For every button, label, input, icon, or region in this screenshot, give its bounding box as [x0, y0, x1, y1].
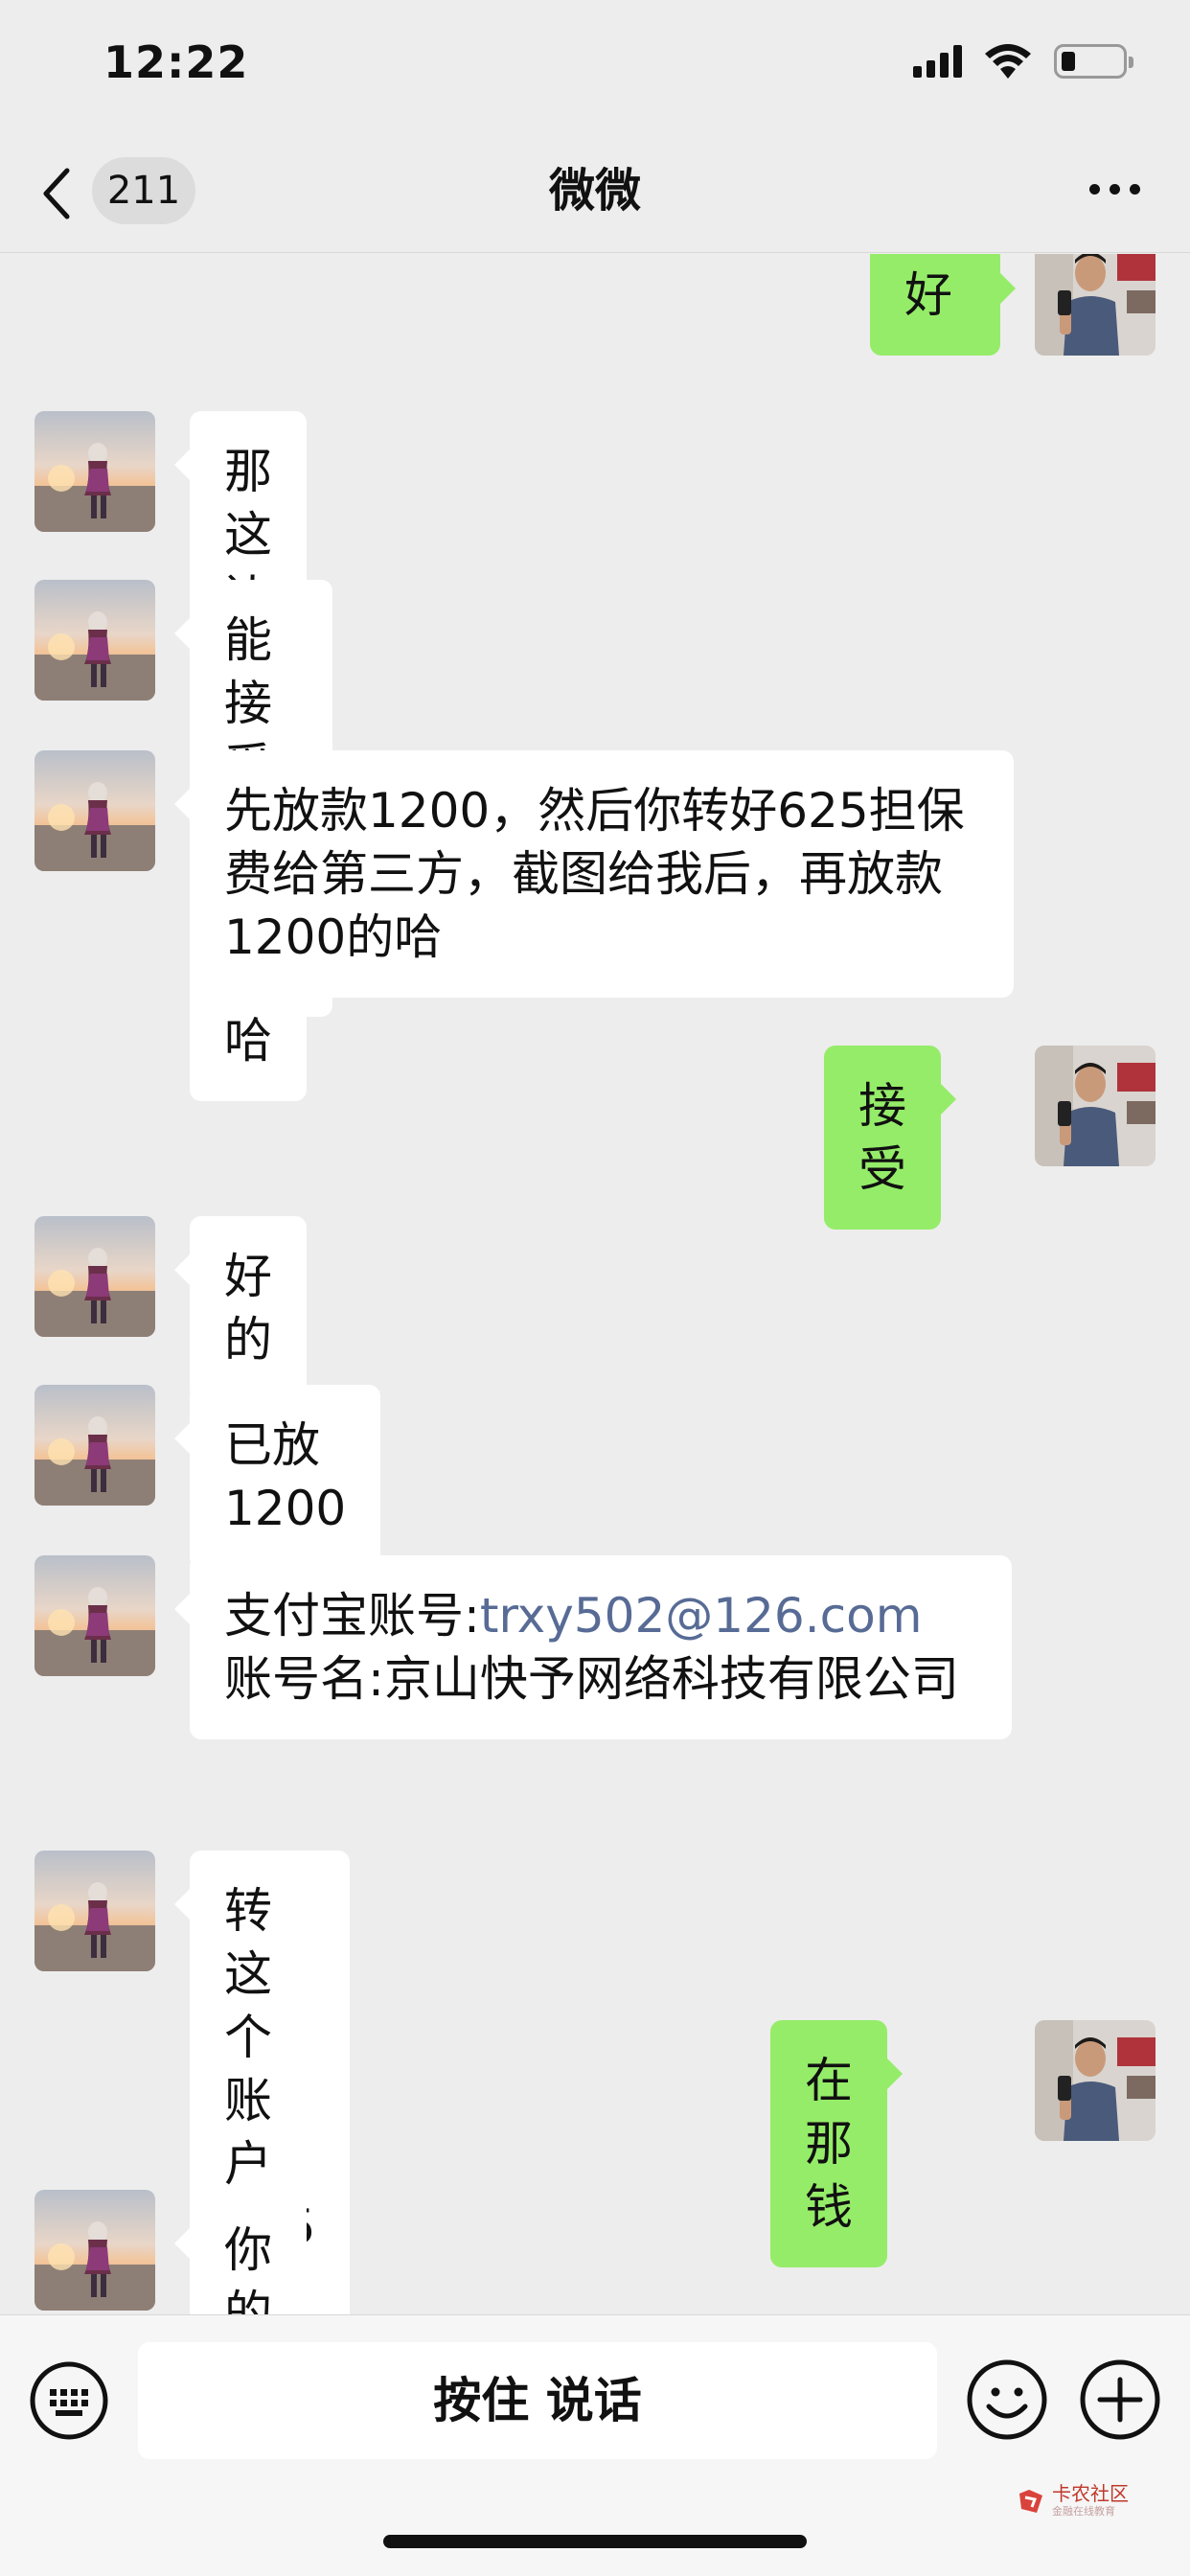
plus-icon[interactable] [1079, 2358, 1161, 2441]
own-avatar[interactable] [1035, 2020, 1156, 2141]
watermark-logo-icon [1019, 2490, 1042, 2513]
status-bar: 12:22 [0, 0, 1190, 134]
email-link[interactable]: trxy502@126.com [480, 1588, 923, 1644]
hold-to-talk-button[interactable]: 按住 说话 [138, 2342, 937, 2459]
watermark-subtext: 金融在线教育 [1052, 2505, 1115, 2518]
message-bubble[interactable]: 已放1200 [173, 1385, 381, 1569]
chat-title: 微微 [548, 164, 641, 218]
own-avatar[interactable] [1035, 254, 1156, 356]
own-avatar[interactable] [1035, 1046, 1156, 1166]
message-bubble[interactable]: 接受 [824, 1046, 956, 1230]
contact-avatar[interactable] [34, 580, 155, 701]
chat-message-list[interactable]: 好 那这边就给您放款了哈 能接受的是吧? 先放款1200，然后你转好625担保费… [0, 254, 1190, 2314]
contact-avatar[interactable] [34, 750, 155, 871]
message-bubble[interactable]: 好 [870, 254, 1016, 356]
message-bubble[interactable]: 你的卡上 [174, 2190, 307, 2314]
contact-avatar[interactable] [34, 2190, 155, 2311]
account-name: 账号名:京山快予网络科技有限公司 [224, 1651, 959, 1707]
contact-avatar[interactable] [34, 1555, 155, 1676]
keyboard-icon[interactable] [29, 2360, 109, 2441]
contact-avatar[interactable] [34, 1385, 155, 1506]
account-info-bubble[interactable]: 支付宝账号:trxy502@126.com 账号名:京山快予网络科技有限公司 [174, 1555, 1012, 1739]
message-bubble[interactable]: 在那钱 [770, 2020, 903, 2267]
account-label: 支付宝账号: [224, 1588, 480, 1644]
message-bubble[interactable]: 先放款1200，然后你转好625担保费给第三方，截图给我后，再放款1200的哈 [174, 750, 1014, 998]
status-time: 12:22 [103, 36, 249, 88]
battery-icon [1054, 44, 1133, 79]
more-icon[interactable] [1089, 184, 1140, 195]
signal-icon [913, 45, 962, 78]
watermark-text: 卡农社区 [1052, 2482, 1129, 2505]
status-icons [913, 42, 1133, 80]
message-bubble[interactable]: 好的 [174, 1216, 307, 1400]
home-indicator[interactable] [383, 2535, 807, 2548]
nav-bar: 211 微微 [0, 134, 1190, 253]
contact-avatar[interactable] [34, 1216, 155, 1337]
wifi-icon [985, 44, 1031, 79]
contact-avatar[interactable] [34, 1851, 155, 1971]
emoji-icon[interactable] [966, 2358, 1048, 2441]
watermark: 卡农社区 金融在线教育 [1016, 2482, 1140, 2520]
contact-avatar[interactable] [34, 411, 155, 532]
